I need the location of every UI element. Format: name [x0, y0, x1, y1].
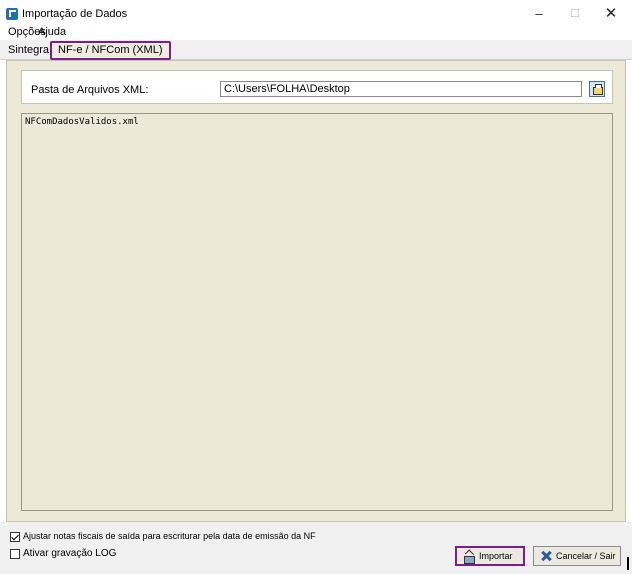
xml-folder-label: Pasta de Arquivos XML:	[31, 84, 149, 96]
browse-folder-icon[interactable]	[589, 81, 605, 97]
adjust-notes-checkbox[interactable]	[10, 532, 20, 542]
import-button-label: Importar	[479, 551, 513, 561]
tab-strip: Sintegra NF-e / NFCom (XML)	[0, 40, 632, 60]
list-item[interactable]: NFComDadosValidos.xml	[25, 117, 139, 127]
tab-nfe-nfcom-xml[interactable]: NF-e / NFCom (XML)	[50, 41, 171, 60]
cancel-x-icon	[540, 550, 552, 562]
menu-bar: Opções Ajuda	[0, 26, 632, 40]
xml-import-panel: Pasta de Arquivos XML: NFComDadosValidos…	[6, 60, 626, 522]
import-icon	[463, 551, 475, 564]
cancel-button[interactable]: Cancelar / Sair	[533, 546, 621, 566]
xml-folder-input[interactable]	[220, 81, 582, 97]
menu-ajuda[interactable]: Ajuda	[38, 26, 66, 38]
import-button[interactable]: Importar	[455, 546, 525, 566]
adjust-notes-label[interactable]: Ajustar notas fiscais de saída para escr…	[23, 531, 316, 541]
log-label[interactable]: Ativar gravação LOG	[23, 548, 116, 559]
footer-bar: Ajustar notas fiscais de saída para escr…	[0, 522, 632, 574]
cancel-button-label: Cancelar / Sair	[556, 551, 616, 561]
window-title: Importação de Dados	[22, 8, 128, 20]
tab-sintegra[interactable]: Sintegra	[8, 42, 49, 59]
close-button[interactable]: ✕	[596, 5, 626, 23]
title-bar: Importação de Dados – ☐ ✕	[0, 0, 632, 26]
text-cursor-icon	[627, 557, 629, 570]
app-icon	[6, 8, 18, 20]
log-checkbox[interactable]	[10, 549, 20, 559]
xml-file-list[interactable]: NFComDadosValidos.xml	[21, 113, 613, 511]
xml-folder-group: Pasta de Arquivos XML:	[21, 70, 613, 104]
minimize-button[interactable]: –	[524, 5, 554, 23]
maximize-button[interactable]: ☐	[560, 5, 590, 23]
